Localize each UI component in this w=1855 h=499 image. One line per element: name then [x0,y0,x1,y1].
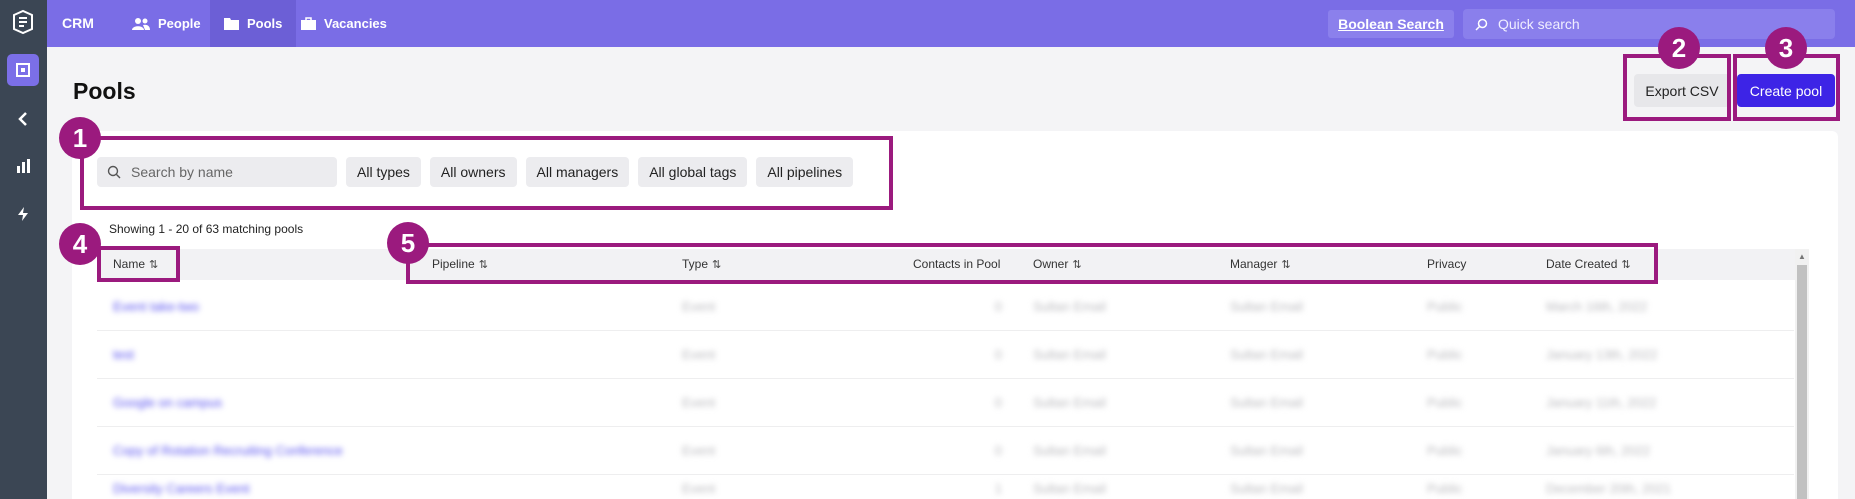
pool-manager: Sultan Email [1230,299,1303,314]
pool-type: Event [682,481,716,496]
pool-privacy: Public [1427,395,1463,410]
nav-people[interactable]: People [118,0,215,47]
pool-contacts: 1 [994,481,1002,496]
folder-icon [224,18,239,30]
collapse-icon[interactable] [7,103,39,135]
pool-manager: Sultan Email [1230,443,1303,458]
table-row[interactable]: Copy of Rotation Recruiting Conference E… [97,427,1794,475]
pool-date: January 6th, 2022 [1546,443,1651,458]
annotation-box-columns [406,243,1658,284]
annotation-badge-4: 4 [59,223,101,265]
pool-name-link[interactable]: Copy of Rotation Recruiting Conference [113,427,343,475]
annotation-box-filters [80,136,893,210]
nav-vacancies[interactable]: Vacancies [287,0,401,47]
pool-type: Event [682,443,716,458]
dashboard-icon[interactable] [7,54,39,86]
scroll-up-icon[interactable]: ▲ [1798,252,1806,261]
app-logo-icon[interactable] [10,9,36,35]
pool-contacts: 0 [994,443,1002,458]
pool-privacy: Public [1427,347,1463,362]
scrollbar-thumb[interactable] [1797,265,1807,499]
pool-owner: Sultan Email [1033,395,1106,410]
pool-type: Event [682,395,716,410]
brand-label[interactable]: CRM [62,0,94,47]
analytics-icon[interactable] [7,150,39,182]
pool-date: January 13th, 2022 [1546,347,1658,362]
pool-name-link[interactable]: Diversity Careers Event [113,475,250,499]
results-count: Showing 1 - 20 of 63 matching pools [109,222,304,236]
pool-privacy: Public [1427,481,1463,496]
nav-pools[interactable]: Pools [210,0,297,47]
nav-vacancies-label: Vacancies [324,16,387,31]
annotation-box-name-column [97,246,180,282]
pool-type: Event [682,299,716,314]
table-row[interactable]: Event take-two Event 0 Sultan Email Sult… [97,283,1794,331]
lightning-icon[interactable] [7,198,39,230]
table-scrollbar[interactable]: ▲ [1795,249,1809,499]
pool-date: January 11th, 2022 [1546,395,1657,410]
table-row[interactable]: Diversity Careers Event Event 1 Sultan E… [97,475,1794,499]
briefcase-icon [301,17,316,30]
people-icon [132,17,150,30]
pool-name-link[interactable]: Event take-two [113,283,199,331]
pool-contacts: 0 [994,347,1002,362]
pool-name-link[interactable]: test [113,331,134,379]
pool-contacts: 0 [994,395,1002,410]
pool-name-link[interactable]: Google on campus [113,379,222,427]
annotation-badge-2: 2 [1658,27,1700,69]
pool-manager: Sultan Email [1230,395,1303,410]
pool-manager: Sultan Email [1230,481,1303,496]
pool-owner: Sultan Email [1033,481,1106,496]
pool-date: March 16th, 2022 [1546,299,1648,314]
pool-date: December 20th, 2021 [1546,481,1672,496]
pool-owner: Sultan Email [1033,443,1106,458]
table-row[interactable]: Google on campus Event 0 Sultan Email Su… [97,379,1794,427]
search-icon [1475,18,1488,31]
pool-owner: Sultan Email [1033,347,1106,362]
pool-privacy: Public [1427,443,1463,458]
pool-type: Event [682,347,716,362]
left-rail [0,0,47,499]
annotation-badge-1: 1 [59,117,101,159]
top-bar: CRM People Pools Vacancies Boolean Searc… [47,0,1855,47]
pool-privacy: Public [1427,299,1463,314]
pool-manager: Sultan Email [1230,347,1303,362]
pool-contacts: 0 [994,299,1002,314]
page-title: Pools [73,78,136,104]
nav-people-label: People [158,16,201,31]
table-row[interactable]: test Event 0 Sultan Email Sultan Email P… [97,331,1794,379]
annotation-badge-3: 3 [1765,27,1807,69]
quick-search-placeholder: Quick search [1498,16,1580,32]
annotation-badge-5: 5 [387,222,429,264]
pool-owner: Sultan Email [1033,299,1106,314]
nav-pools-label: Pools [247,16,283,31]
boolean-search-link[interactable]: Boolean Search [1328,10,1454,38]
